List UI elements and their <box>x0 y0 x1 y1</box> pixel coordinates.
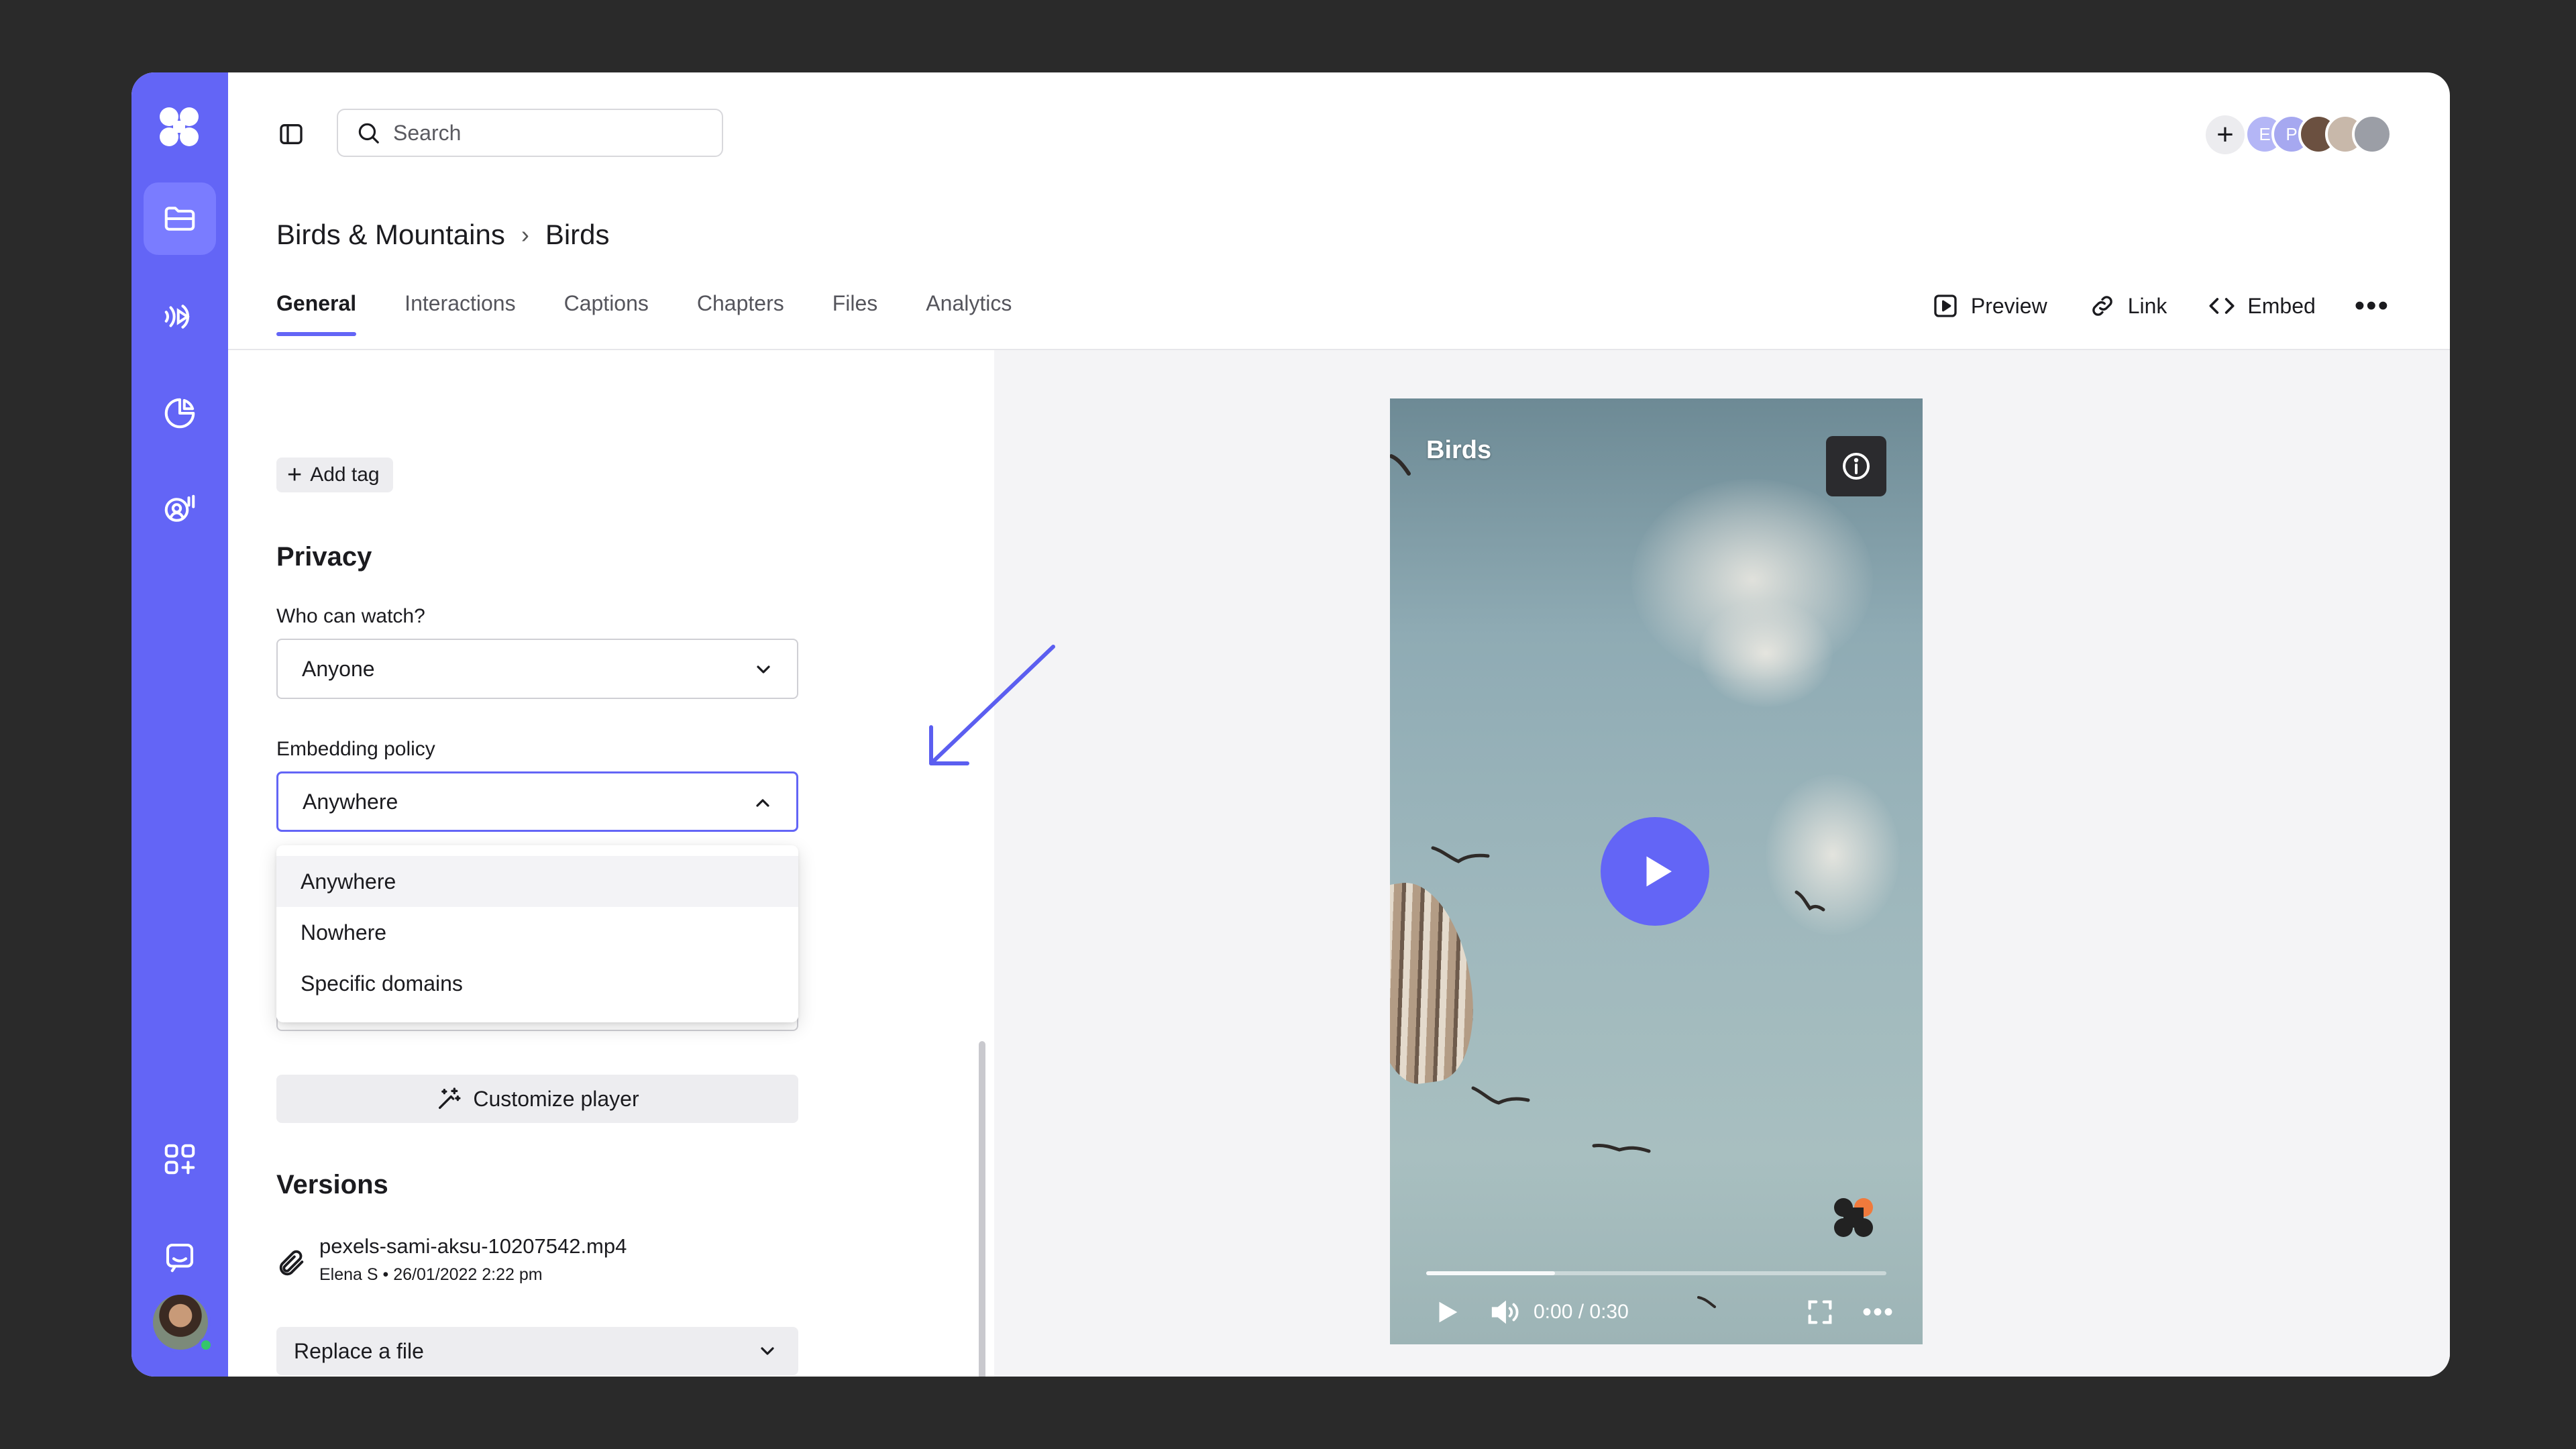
player-more-options-button[interactable]: ••• <box>1862 1299 1894 1326</box>
paperclip-icon <box>279 1250 304 1276</box>
version-file-name[interactable]: pexels-sami-aksu-10207542.mp4 <box>319 1234 627 1258</box>
tab-analytics[interactable]: Analytics <box>926 291 1012 336</box>
chevron-up-icon <box>756 799 769 807</box>
add-tag-button[interactable]: + Add tag <box>276 458 393 492</box>
online-status-indicator <box>199 1338 213 1352</box>
breadcrumb: Birds & Mountains › Birds <box>276 219 610 251</box>
member-avatar[interactable] <box>2352 114 2392 154</box>
header-actions: Preview Link Embed ••• <box>1890 291 2390 321</box>
settings-panel: + Add tag Privacy Who can watch? Anyone … <box>228 350 994 1377</box>
player-controls: 0:00 / 0:30 ••• <box>1432 1293 1894 1331</box>
play-icon[interactable] <box>1432 1297 1462 1328</box>
panel-scrollbar[interactable] <box>979 1041 985 1377</box>
plus-icon: + <box>2216 118 2234 151</box>
search-icon <box>358 123 379 144</box>
brand-logo-icon <box>1834 1198 1873 1237</box>
chevron-right-icon: › <box>521 221 529 248</box>
video-player[interactable]: Birds 0:00 / 0:30 ••• <box>1390 398 1923 1344</box>
tab-captions[interactable]: Captions <box>564 291 649 336</box>
option-nowhere[interactable]: Nowhere <box>276 907 798 958</box>
broadcast-icon <box>164 305 190 329</box>
live-nav-button[interactable] <box>144 280 216 353</box>
volume-icon[interactable] <box>1489 1297 1520 1328</box>
tab-bar: General Interactions Captions Chapters F… <box>276 291 1060 336</box>
versions-section-title: Versions <box>276 1170 388 1199</box>
progress-bar[interactable] <box>1426 1271 1886 1275</box>
version-file-meta: Elena S • 26/01/2022 2:22 pm <box>319 1265 543 1284</box>
sidebar-toggle-icon <box>280 124 303 144</box>
bird-icon <box>1794 890 1825 912</box>
code-icon <box>2209 298 2235 314</box>
add-button[interactable]: + <box>2206 115 2245 154</box>
bird-icon <box>1431 846 1490 863</box>
folder-icon <box>164 207 195 231</box>
audience-icon <box>164 494 195 522</box>
option-anywhere[interactable]: Anywhere <box>276 856 798 907</box>
embed-button[interactable]: Embed <box>2208 292 2316 319</box>
time-display: 0:00 / 0:30 <box>1534 1301 1629 1323</box>
bird-icon <box>1471 1086 1530 1105</box>
info-icon <box>1843 453 1870 480</box>
tab-files[interactable]: Files <box>833 291 878 336</box>
buffered-progress <box>1426 1271 1556 1275</box>
messages-nav-button[interactable] <box>144 1221 216 1293</box>
play-icon <box>1646 856 1672 887</box>
tab-general[interactable]: General <box>276 291 357 336</box>
search-input[interactable] <box>393 120 715 146</box>
option-specific-domains[interactable]: Specific domains <box>276 958 798 1009</box>
fullscreen-icon[interactable] <box>1805 1297 1835 1328</box>
who-can-watch-label: Who can watch? <box>276 605 425 627</box>
info-button[interactable] <box>1826 436 1886 496</box>
version-file-row: pexels-sami-aksu-10207542.mp4 Elena S • … <box>276 1234 627 1285</box>
nav-rail <box>131 72 228 1377</box>
app-logo-icon[interactable] <box>157 105 201 149</box>
link-button[interactable]: Link <box>2089 292 2167 319</box>
bird-icon <box>1592 1144 1651 1153</box>
replace-file-select[interactable]: Replace a file <box>276 1327 798 1375</box>
analytics-nav-button[interactable] <box>144 377 216 449</box>
app-window: + E P Birds & Mountains › Birds General … <box>131 72 2450 1377</box>
apps-add-icon <box>164 1144 195 1175</box>
search-box[interactable] <box>337 109 723 157</box>
magic-wand-icon <box>439 1087 461 1109</box>
play-button[interactable] <box>1601 817 1709 926</box>
annotation-arrow <box>929 645 1055 765</box>
privacy-section-title: Privacy <box>276 542 372 572</box>
cloud <box>1699 600 1833 707</box>
library-nav-button[interactable] <box>144 182 216 255</box>
breadcrumb-parent-link[interactable]: Birds & Mountains <box>276 219 505 251</box>
tab-interactions[interactable]: Interactions <box>405 291 515 336</box>
pie-chart-icon <box>164 398 195 429</box>
link-icon <box>2092 296 2112 316</box>
bird-wing <box>1390 875 1485 1089</box>
tab-chapters[interactable]: Chapters <box>697 291 784 336</box>
embedding-policy-value: Anywhere <box>303 789 398 814</box>
plus-icon: + <box>287 461 303 489</box>
preview-button[interactable]: Preview <box>1932 292 2047 319</box>
chevron-down-icon <box>761 1347 774 1355</box>
more-options-button[interactable]: ••• <box>2355 291 2390 321</box>
embedding-policy-dropdown: Anywhere Nowhere Specific domains <box>276 845 798 1022</box>
play-square-icon <box>1934 294 1957 317</box>
who-can-watch-value: Anyone <box>302 656 375 681</box>
integrations-nav-button[interactable] <box>144 1123 216 1195</box>
breadcrumb-current: Birds <box>545 219 610 250</box>
chat-icon <box>166 1243 194 1273</box>
who-can-watch-select[interactable]: Anyone <box>276 639 798 699</box>
video-title: Birds <box>1426 436 1492 464</box>
audience-nav-button[interactable] <box>144 474 216 546</box>
embedding-policy-label: Embedding policy <box>276 738 435 760</box>
customize-player-button[interactable]: Customize player <box>276 1075 798 1123</box>
toggle-sidebar-button[interactable] <box>275 118 307 150</box>
embedding-policy-select[interactable]: Anywhere <box>276 771 798 832</box>
chevron-down-icon <box>757 665 770 674</box>
